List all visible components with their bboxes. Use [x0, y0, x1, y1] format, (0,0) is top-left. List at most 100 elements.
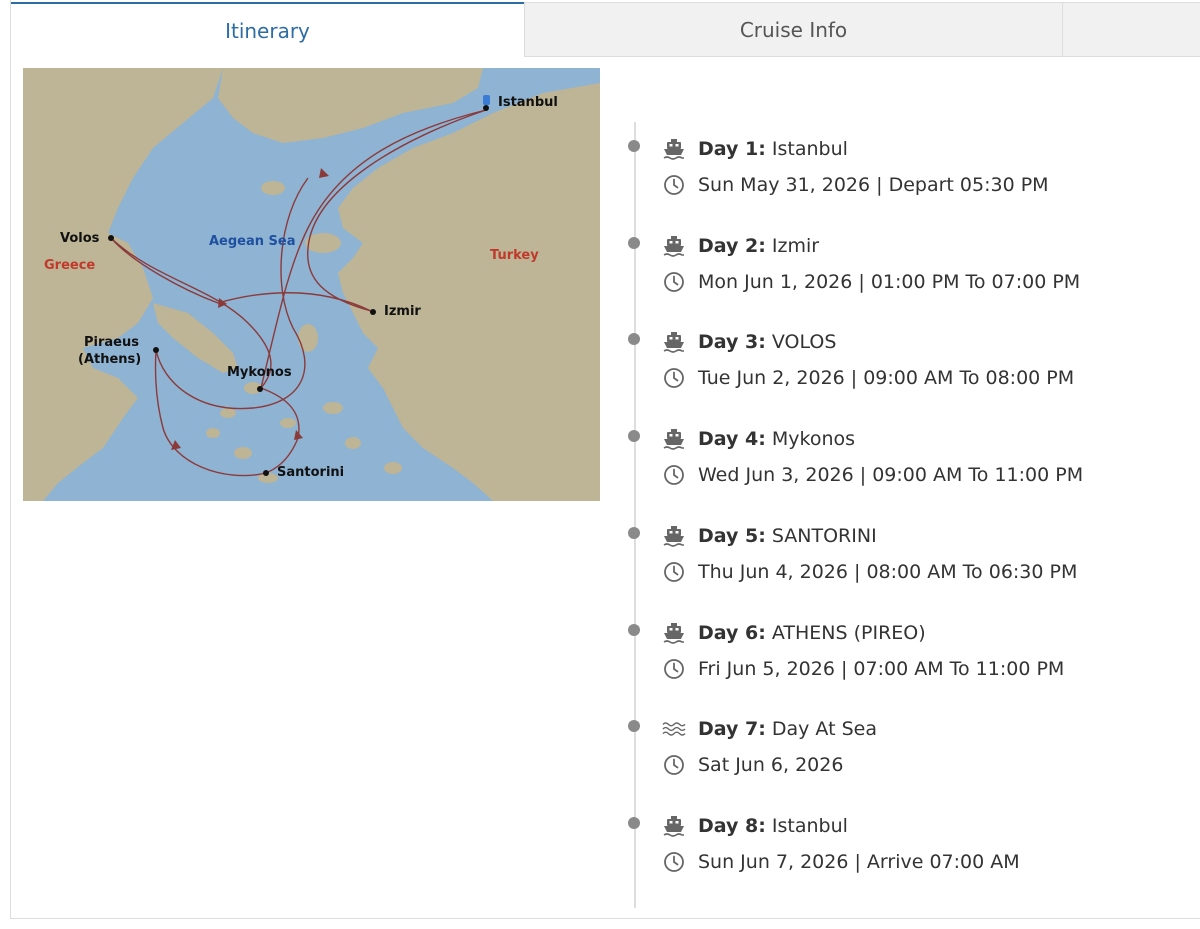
clock-icon [662, 463, 686, 487]
cyclades-island-e [280, 418, 296, 428]
volos-port-dot [108, 235, 114, 241]
day-date: Wed Jun 3, 2026 | 09:00 AM To 11:00 PM [698, 464, 1084, 487]
clock-icon [662, 270, 686, 294]
map-label-greece: Greece [44, 258, 95, 273]
tab-cruise-info[interactable]: Cruise Info [524, 2, 1062, 57]
ship-icon [662, 137, 686, 161]
lemnos-island [261, 181, 285, 195]
day-port: Istanbul [771, 814, 848, 837]
day-label: Day 1: [698, 138, 766, 160]
itinerary-day-4: Day 4: Mykonos Wed Jun 3, 2026 | 09:00 A… [624, 422, 1184, 502]
itinerary-day-8: Day 8: Istanbul Sun Jun 7, 2026 | Arrive… [624, 809, 1184, 889]
map-label-volos: Volos [60, 231, 100, 246]
ship-icon [662, 814, 686, 838]
route-map-svg: Istanbul Volos Greece Aegean Sea Turkey … [23, 68, 600, 501]
istanbul-marker-icon [483, 95, 490, 105]
clock-icon [662, 366, 686, 390]
cyclades-island-d [234, 447, 252, 459]
day-port: ATHENS (PIREO) [771, 621, 926, 644]
day-date: Mon Jun 1, 2026 | 01:00 PM To 07:00 PM [698, 270, 1081, 293]
rhodes-island [384, 462, 402, 474]
day-header: Day 8: Istanbul [662, 811, 848, 841]
piraeus-port-dot [153, 347, 159, 353]
day-schedule: Fri Jun 5, 2026 | 07:00 AM To 11:00 PM [662, 654, 1064, 684]
clock-icon [662, 560, 686, 584]
chios-island [298, 324, 318, 352]
day-label: Day 3: [698, 331, 766, 354]
ship-icon [662, 330, 686, 354]
clock-icon [662, 850, 686, 874]
day-port: Izmir [771, 234, 820, 257]
day-schedule: Mon Jun 1, 2026 | 01:00 PM To 07:00 PM [662, 267, 1080, 297]
day-schedule: Thu Jun 4, 2026 | 08:00 AM To 06:30 PM [662, 557, 1077, 587]
day-header: Day 7: Day At Sea [662, 714, 877, 744]
day-schedule: Sun May 31, 2026 | Depart 05:30 PM [662, 170, 1049, 200]
day-title: Day 4: Mykonos [698, 428, 855, 450]
day-schedule: Sun Jun 7, 2026 | Arrive 07:00 AM [662, 847, 1020, 877]
day-label: Day 7: [698, 718, 766, 741]
map-label-athens: (Athens) [78, 352, 141, 367]
clock-icon [662, 173, 686, 197]
day-port: VOLOS [771, 331, 837, 354]
cyclades-island-b [220, 408, 236, 418]
day-header: Day 1: Istanbul [662, 134, 848, 164]
day-date: Thu Jun 4, 2026 | 08:00 AM To 06:30 PM [698, 560, 1078, 583]
ship-icon [662, 427, 686, 451]
day-header: Day 2: Izmir [662, 231, 819, 261]
ship-icon [662, 524, 686, 548]
day-label: Day 5: [698, 524, 766, 547]
istanbul-port-dot [483, 105, 489, 111]
santorini-port-dot [263, 470, 269, 476]
map-label-istanbul: Istanbul [498, 95, 558, 110]
map-label-aegean-sea: Aegean Sea [209, 234, 296, 249]
day-title: Day 2: Izmir [698, 235, 819, 257]
tab-itinerary-label: Itinerary [225, 19, 310, 43]
clock-icon [662, 657, 686, 681]
itinerary-panel: Itinerary Cruise Info Istanbul Volos Gre… [10, 0, 1200, 919]
day-title: Day 1: Istanbul [698, 138, 848, 160]
dodecanese-island-b [345, 437, 361, 449]
day-date: Sun May 31, 2026 | Depart 05:30 PM [698, 174, 1049, 196]
itinerary-day-2: Day 2: Izmir Mon Jun 1, 2026 | 01:00 PM … [624, 229, 1184, 309]
itinerary-day-5: Day 5: SANTORINI Thu Jun 4, 2026 | 08:00… [624, 519, 1184, 599]
tab-cruise-info-label: Cruise Info [739, 17, 848, 42]
day-label: Day 4: [698, 428, 766, 451]
day-schedule: Sat Jun 6, 2026 [662, 750, 843, 780]
day-header: Day 4: Mykonos [662, 424, 855, 454]
timeline-dot [628, 333, 640, 346]
map-label-piraeus: Piraeus [84, 335, 139, 350]
clock-icon [662, 753, 686, 777]
itinerary-day-7: Day 7: Day At Sea Sat Jun 6, 2026 [624, 712, 1184, 792]
day-title: Day 7: Day At Sea [698, 718, 877, 740]
izmir-port-dot [370, 309, 376, 315]
timeline-dot [628, 720, 640, 733]
itinerary-day-3: Day 3: VOLOS Tue Jun 2, 2026 | 09:00 AM … [624, 325, 1184, 405]
itinerary-day-6: Day 6: ATHENS (PIREO) Fri Jun 5, 2026 | … [624, 616, 1184, 696]
day-title: Day 6: ATHENS (PIREO) [698, 622, 926, 644]
day-header: Day 3: VOLOS [662, 327, 836, 357]
day-header: Day 6: ATHENS (PIREO) [662, 618, 926, 648]
day-label: Day 6: [698, 621, 766, 644]
tab-extra[interactable] [1062, 2, 1200, 57]
day-title: Day 8: Istanbul [698, 815, 848, 837]
day-title: Day 5: SANTORINI [698, 525, 877, 547]
day-schedule: Tue Jun 2, 2026 | 09:00 AM To 08:00 PM [662, 363, 1074, 393]
mykonos-port-dot [257, 386, 263, 392]
day-date: Fri Jun 5, 2026 | 07:00 AM To 11:00 PM [698, 657, 1065, 680]
day-date: Tue Jun 2, 2026 | 09:00 AM To 08:00 PM [698, 367, 1075, 390]
route-map: Istanbul Volos Greece Aegean Sea Turkey … [23, 68, 600, 501]
tab-itinerary[interactable]: Itinerary [11, 2, 524, 58]
day-label: Day 8: [698, 814, 766, 837]
ship-icon [662, 621, 686, 645]
map-label-turkey: Turkey [490, 248, 539, 263]
waves-icon [662, 717, 686, 741]
day-date: Sun Jun 7, 2026 | Arrive 07:00 AM [698, 850, 1020, 873]
day-port: Day At Sea [771, 718, 877, 741]
day-port: Mykonos [771, 428, 856, 451]
day-port: Istanbul [771, 138, 848, 160]
timeline-dot [628, 623, 640, 636]
day-header: Day 5: SANTORINI [662, 521, 877, 551]
map-label-mykonos: Mykonos [227, 365, 292, 380]
timeline-dot [628, 236, 640, 249]
cyclades-island-c [206, 428, 220, 438]
